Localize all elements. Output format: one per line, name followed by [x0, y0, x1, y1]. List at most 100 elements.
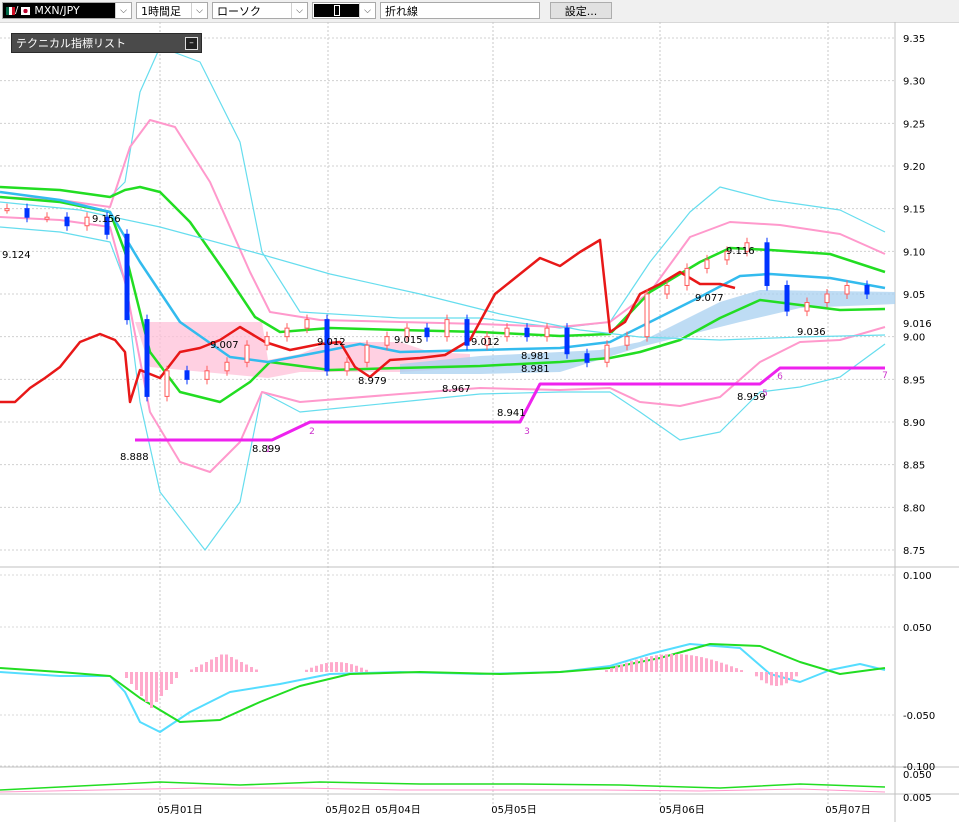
macd-bar [705, 658, 708, 672]
macd-bar [330, 662, 333, 672]
macd-bar [695, 656, 698, 672]
macd-bar [130, 672, 133, 684]
price-tick-label: 9.35 [903, 34, 925, 45]
macd-bar [610, 668, 613, 672]
price-tick-label: 9.30 [903, 77, 925, 88]
macd-bar [735, 668, 738, 672]
zigzag-line [135, 366, 885, 442]
chevron-down-icon[interactable]: ⌵ [115, 3, 131, 18]
macd-bar [165, 672, 168, 690]
macd-bar [690, 655, 693, 672]
symbol-select[interactable]: / MXN/JPY ⌵ [2, 2, 132, 19]
price-tick-label: 8.75 [903, 546, 925, 557]
macd-bar [220, 654, 223, 672]
macd-bar [350, 664, 353, 672]
price-tick-label: 9.05 [903, 290, 925, 301]
candle-body [844, 284, 850, 295]
macd-bar [360, 667, 363, 672]
line-style-field[interactable]: 折れ線 [380, 2, 540, 19]
settings-button[interactable]: 設定... [550, 2, 612, 19]
candle-body [644, 293, 650, 338]
macd-bar [635, 659, 638, 672]
line-color-select[interactable]: ⌵ [312, 2, 376, 19]
candle-body [4, 208, 10, 212]
price-annotation: 8.979 [358, 376, 387, 387]
candle-body [204, 370, 210, 380]
macd-bar [615, 666, 618, 672]
macd-bar [765, 672, 768, 684]
macd-bar [675, 654, 678, 672]
mexico-flag-icon [6, 6, 15, 15]
candle-body [184, 370, 190, 380]
price-annotation: 8.959 [737, 392, 766, 403]
macd-bar [205, 662, 208, 672]
price-tick-label: 9.25 [903, 119, 925, 130]
macd-bar [150, 672, 153, 708]
price-annotation: 9.036 [797, 327, 826, 338]
macd-bar [160, 672, 163, 696]
candle-body [444, 319, 450, 338]
candle-body [344, 361, 350, 372]
price-tick-label: 9.20 [903, 162, 925, 173]
indicator-list-panel[interactable]: テクニカル指標リスト – [11, 33, 202, 53]
macd-bar [730, 666, 733, 672]
macd-bar [790, 672, 793, 681]
chart-type-label: ローソク [217, 4, 261, 18]
macd-bar [620, 664, 623, 672]
candle-body [244, 344, 250, 363]
macd-bar [685, 654, 688, 672]
chevron-down-icon[interactable]: ⌵ [191, 3, 207, 18]
date-label: 05月07日 [825, 804, 870, 816]
macd-bar [710, 659, 713, 672]
price-annotation: 8.967 [442, 384, 471, 395]
candle-body [284, 327, 290, 338]
macd-bar [200, 664, 203, 672]
candle-body [584, 353, 590, 363]
macd-tick-label: -0.050 [903, 711, 935, 722]
date-label: 05月04日 [375, 804, 420, 816]
japan-flag-icon [21, 6, 31, 15]
macd-bar [210, 659, 213, 672]
line-style-label: 折れ線 [385, 4, 418, 18]
indicator-lines [0, 46, 895, 793]
macd-bar [125, 672, 128, 678]
chevron-down-icon[interactable]: ⌵ [291, 3, 307, 18]
macd-bar [605, 670, 608, 672]
chevron-down-icon[interactable]: ⌵ [359, 3, 375, 18]
price-annotation: 8.888 [120, 452, 149, 463]
candle-body [704, 259, 710, 269]
price-chart[interactable]: 9.35 9.30 9.25 9.20 9.15 9.10 9.05 9.00 8.95 8.90… [0, 22, 959, 822]
price-annotation: 9.156 [92, 214, 121, 225]
collapse-icon[interactable]: – [185, 37, 198, 50]
candle-body [624, 336, 630, 346]
price-tick-label: 9.10 [903, 247, 925, 258]
price-tick-label: 8.95 [903, 375, 925, 386]
macd-bar [335, 662, 338, 672]
date-label: 05月02日 [325, 804, 370, 816]
macd-bar [155, 672, 158, 702]
macd-bar [665, 654, 668, 672]
macd-bar [625, 662, 628, 672]
candle-body [684, 267, 690, 286]
timeframe-select[interactable]: 1時間足 ⌵ [136, 2, 208, 19]
macd-bar [365, 669, 368, 672]
macd-bar [140, 672, 143, 696]
price-annotation: 9.124 [2, 250, 31, 261]
macd-bar [340, 662, 343, 672]
macd-bar [670, 654, 673, 672]
current-price-label: 9.016 [903, 319, 932, 330]
macd-bar [320, 664, 323, 672]
price-annotation: 8.981 [521, 364, 550, 375]
candle-body [804, 302, 810, 312]
chart-type-select[interactable]: ローソク ⌵ [212, 2, 308, 19]
price-annotation: 9.015 [394, 335, 423, 346]
chart-application: / MXN/JPY ⌵ 1時間足 ⌵ ローソク ⌵ ⌵ 折れ線 設定... 9.… [0, 0, 959, 822]
price-annotation: 9.012 [317, 337, 346, 348]
indicator-list-title: テクニカル指標リスト [16, 37, 126, 50]
candle-body [544, 327, 550, 338]
rsi-line [0, 781, 886, 791]
candle-body [784, 284, 790, 312]
candle-body [664, 284, 670, 295]
symbol-label: MXN/JPY [34, 4, 80, 17]
candle-body [44, 216, 50, 220]
